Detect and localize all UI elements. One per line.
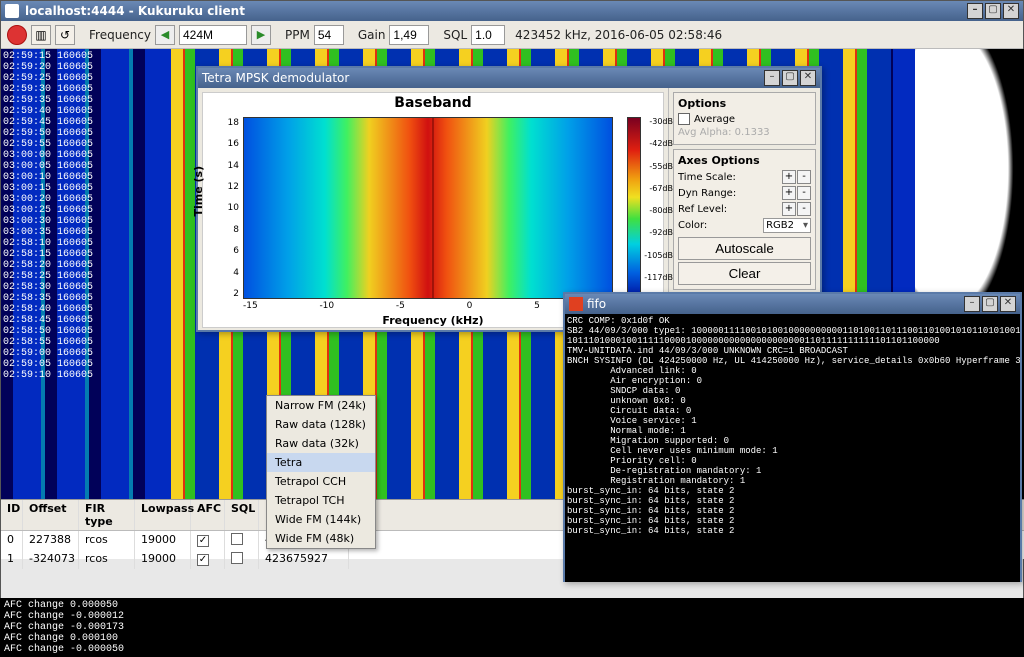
average-label: Average — [694, 114, 811, 125]
maximize-button[interactable]: ▢ — [985, 3, 1001, 19]
mode-context-menu[interactable]: Narrow FM (24k)Raw data (128k)Raw data (… — [266, 395, 376, 549]
gain-label: Gain — [358, 28, 386, 42]
autoscale-button[interactable]: Autoscale — [678, 237, 811, 260]
avg-alpha-label: Avg Alpha: 0.1333 — [678, 127, 811, 138]
fifo-minimize-button[interactable]: – — [964, 296, 980, 312]
time-axis-labels: 02:59:15 16060502:59:20 16060502:59:25 1… — [1, 49, 111, 499]
fifo-window[interactable]: fifo – ▢ ✕ CRC COMP: 0x1d0f OK SB2 44/09… — [563, 292, 1022, 582]
colorbar-labels: -30dB-42dB-55dB-67dB-80dB-92dB-105dB-117… — [633, 117, 663, 299]
demod-maximize-button[interactable]: ▢ — [782, 70, 798, 86]
plot-title: Baseband — [203, 93, 663, 113]
window-title: localhost:4444 - Kukuruku client — [25, 4, 245, 18]
tool-icon-2[interactable]: ↺ — [55, 25, 75, 45]
window-controls: – ▢ ✕ — [967, 3, 1019, 19]
fifo-title: fifo — [587, 297, 606, 311]
dyn-range-label: Dyn Range: — [678, 188, 736, 199]
demod-minimize-button[interactable]: – — [764, 70, 780, 86]
record-icon[interactable] — [7, 25, 27, 45]
plot-y-axis: 24681012141618 — [203, 117, 241, 299]
context-menu-item[interactable]: Wide FM (144k) — [267, 510, 375, 529]
plot-canvas — [243, 117, 613, 299]
dyn-range-up[interactable]: + — [782, 186, 796, 200]
options-heading: Options — [678, 97, 811, 110]
ppm-input[interactable] — [314, 25, 344, 45]
time-scale-down[interactable]: - — [797, 170, 811, 184]
ppm-label: PPM — [285, 28, 310, 42]
ref-level-label: Ref Level: — [678, 204, 727, 215]
th-afc[interactable]: AFC — [191, 500, 225, 530]
fifo-maximize-button[interactable]: ▢ — [982, 296, 998, 312]
axes-options-heading: Axes Options — [678, 154, 811, 167]
context-menu-item[interactable]: Raw data (32k) — [267, 434, 375, 453]
th-fir[interactable]: FIR type — [79, 500, 135, 530]
fifo-output[interactable]: CRC COMP: 0x1d0f OK SB2 44/09/3/000 type… — [565, 314, 1020, 582]
context-menu-item[interactable]: Tetrapol TCH — [267, 491, 375, 510]
th-lowpass[interactable]: Lowpass — [135, 500, 191, 530]
average-checkbox[interactable] — [678, 113, 690, 125]
color-select[interactable]: RGB2 — [763, 218, 811, 233]
sql-input[interactable] — [471, 25, 505, 45]
fifo-titlebar[interactable]: fifo – ▢ ✕ — [565, 294, 1020, 314]
plot-x-axis: -15-10-50510 — [243, 301, 613, 313]
sql-label: SQL — [443, 28, 467, 42]
demod-titlebar[interactable]: Tetra MPSK demodulator – ▢ ✕ — [198, 68, 820, 88]
th-sql[interactable]: SQL — [225, 500, 259, 530]
fifo-icon — [569, 297, 583, 311]
afc-checkbox[interactable] — [197, 554, 209, 566]
frequency-label: Frequency — [89, 28, 151, 42]
clear-button[interactable]: Clear — [678, 262, 811, 285]
time-scale-label: Time Scale: — [678, 172, 736, 183]
demod-title: Tetra MPSK demodulator — [202, 71, 349, 85]
close-button[interactable]: ✕ — [1003, 3, 1019, 19]
log-terminal[interactable]: AFC change 0.000050 AFC change -0.000012… — [0, 598, 1024, 657]
demod-close-button[interactable]: ✕ — [800, 70, 816, 86]
freq-prev-button[interactable]: ◀ — [155, 25, 175, 45]
context-menu-item[interactable]: Raw data (128k) — [267, 415, 375, 434]
ref-level-up[interactable]: + — [782, 202, 796, 216]
frequency-input[interactable] — [179, 25, 247, 45]
main-titlebar[interactable]: localhost:4444 - Kukuruku client – ▢ ✕ — [1, 1, 1023, 21]
context-menu-item[interactable]: Narrow FM (24k) — [267, 396, 375, 415]
app-icon — [5, 4, 19, 18]
fifo-close-button[interactable]: ✕ — [1000, 296, 1016, 312]
afc-checkbox[interactable] — [197, 535, 209, 547]
sql-checkbox[interactable] — [231, 533, 243, 545]
gain-input[interactable] — [389, 25, 429, 45]
time-scale-up[interactable]: + — [782, 170, 796, 184]
color-label: Color: — [678, 220, 707, 231]
ref-level-down[interactable]: - — [797, 202, 811, 216]
context-menu-item[interactable]: Tetrapol CCH — [267, 472, 375, 491]
th-offset[interactable]: Offset — [23, 500, 79, 530]
context-menu-item[interactable]: Wide FM (48k) — [267, 529, 375, 548]
toolbar: ▥ ↺ Frequency ◀ ▶ PPM Gain SQL 423452 kH… — [1, 21, 1023, 49]
minimize-button[interactable]: – — [967, 3, 983, 19]
status-text: 423452 kHz, 2016-06-05 02:58:46 — [515, 28, 722, 42]
th-id[interactable]: ID — [1, 500, 23, 530]
dyn-range-down[interactable]: - — [797, 186, 811, 200]
freq-next-button[interactable]: ▶ — [251, 25, 271, 45]
context-menu-item[interactable]: Tetra — [267, 453, 375, 472]
sql-checkbox[interactable] — [231, 552, 243, 564]
tool-icon-1[interactable]: ▥ — [31, 25, 51, 45]
